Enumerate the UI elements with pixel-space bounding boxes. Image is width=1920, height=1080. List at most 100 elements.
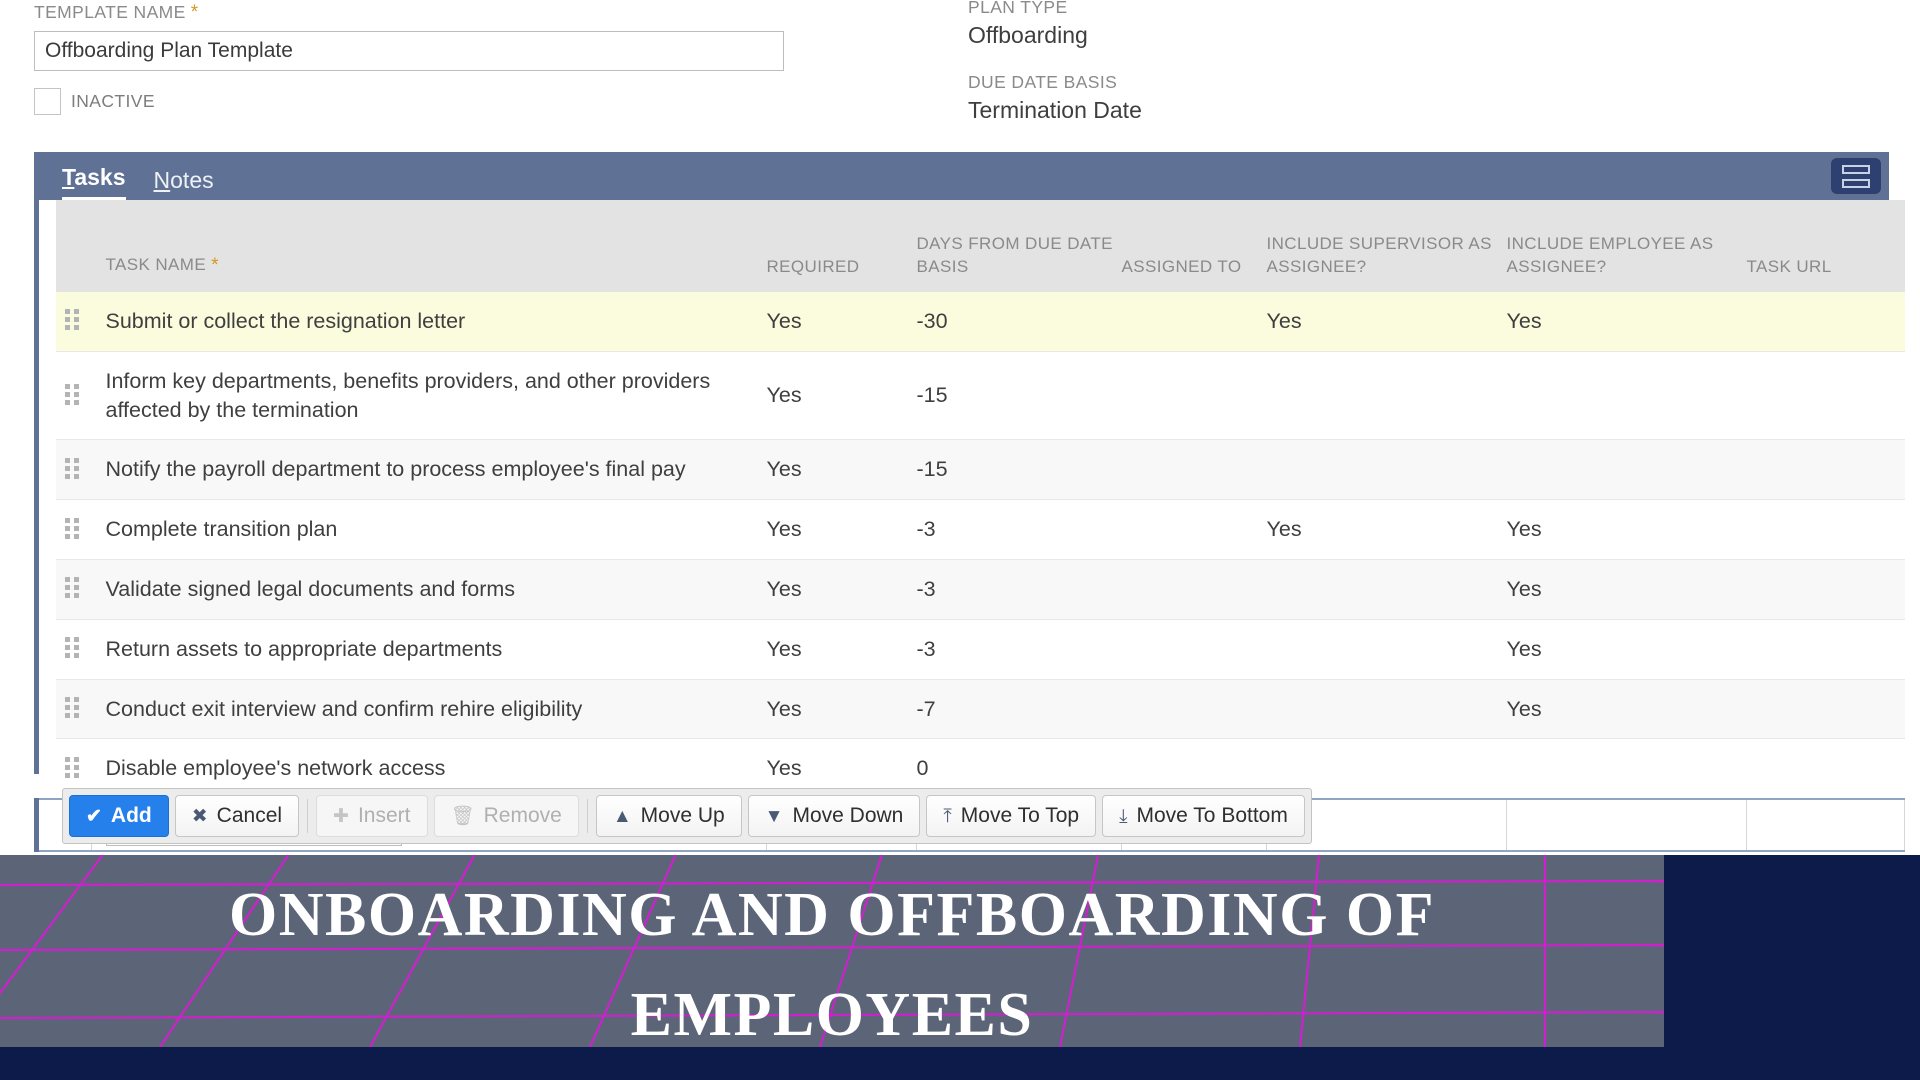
cell-include-employee[interactable] bbox=[1506, 351, 1747, 441]
cell-include-employee[interactable] bbox=[1506, 738, 1747, 800]
cell-task-url[interactable] bbox=[1746, 559, 1905, 620]
drag-handle-icon[interactable] bbox=[64, 577, 81, 601]
cell-assigned-to[interactable] bbox=[1121, 559, 1267, 620]
table-row[interactable]: Complete transition plan Yes -3 Yes Yes bbox=[36, 499, 1905, 560]
drag-handle-icon[interactable] bbox=[64, 637, 81, 661]
button-label: Move To Bottom bbox=[1136, 804, 1288, 827]
inactive-checkbox[interactable] bbox=[34, 88, 61, 115]
col-header-days[interactable]: DAYS FROM DUE DATE BASIS bbox=[916, 200, 1122, 292]
cell-task-name[interactable]: Conduct exit interview and confirm rehir… bbox=[91, 679, 767, 740]
cell-task-url[interactable] bbox=[1746, 619, 1905, 680]
cell-include-employee[interactable]: Yes bbox=[1506, 559, 1747, 620]
cell-task-url[interactable] bbox=[1746, 439, 1905, 501]
cell-assigned-to[interactable] bbox=[1121, 499, 1267, 560]
tab-tasks[interactable]: Tasks bbox=[62, 164, 126, 211]
cell-required[interactable]: Yes bbox=[766, 559, 917, 620]
cell-required[interactable]: Yes bbox=[766, 619, 917, 680]
cell-include-supervisor[interactable] bbox=[1266, 439, 1507, 501]
cell-days[interactable]: -3 bbox=[916, 619, 1122, 680]
table-row[interactable]: Submit or collect the resignation letter… bbox=[36, 292, 1905, 352]
table-row[interactable]: Conduct exit interview and confirm rehir… bbox=[36, 679, 1905, 740]
grid-left-accent-bar bbox=[34, 200, 56, 774]
tasks-table: TASK NAME * REQUIRED DAYS FROM DUE DATE B… bbox=[34, 200, 1905, 853]
cell-assigned-to[interactable] bbox=[1121, 351, 1267, 441]
cell-task-name[interactable]: Return assets to appropriate departments bbox=[91, 619, 767, 680]
new-row-url-cell[interactable] bbox=[1746, 798, 1905, 853]
cell-task-url[interactable] bbox=[1746, 351, 1905, 441]
new-row-employee-cell[interactable] bbox=[1506, 798, 1747, 853]
col-header-include-employee[interactable]: INCLUDE EMPLOYEE AS ASSIGNEE? bbox=[1506, 200, 1747, 292]
table-row[interactable]: Validate signed legal documents and form… bbox=[36, 559, 1905, 620]
required-star-icon: * bbox=[190, 2, 199, 24]
template-name-input[interactable] bbox=[34, 31, 784, 72]
cell-include-supervisor[interactable] bbox=[1266, 619, 1507, 680]
tab-notes[interactable]: Notes bbox=[154, 167, 214, 200]
cell-task-name[interactable]: Validate signed legal documents and form… bbox=[91, 559, 767, 620]
template-name-field-group: TEMPLATE NAME * bbox=[34, 2, 794, 72]
drag-handle-icon[interactable] bbox=[64, 517, 81, 542]
cell-task-url[interactable] bbox=[1746, 738, 1905, 800]
cell-days[interactable]: -3 bbox=[916, 559, 1122, 620]
col-header-include-supervisor[interactable]: INCLUDE SUPERVISOR AS ASSIGNEE? bbox=[1266, 200, 1507, 292]
col-header-required[interactable]: REQUIRED bbox=[766, 200, 917, 292]
cell-include-supervisor[interactable] bbox=[1266, 351, 1507, 441]
cell-assigned-to[interactable] bbox=[1121, 619, 1267, 680]
cell-task-url[interactable] bbox=[1746, 499, 1905, 560]
drag-handle-icon[interactable] bbox=[64, 309, 81, 333]
cell-days[interactable]: -3 bbox=[916, 499, 1122, 560]
remove-button: 🗑 Remove bbox=[433, 795, 579, 837]
cell-assigned-to[interactable] bbox=[1121, 292, 1267, 352]
drag-handle-icon[interactable] bbox=[64, 383, 81, 408]
cell-task-name[interactable]: Submit or collect the resignation letter bbox=[91, 292, 767, 352]
table-row[interactable]: Notify the payroll department to process… bbox=[36, 439, 1905, 501]
table-row[interactable]: Return assets to appropriate departments… bbox=[36, 619, 1905, 680]
drag-handle-icon[interactable] bbox=[64, 457, 81, 482]
cell-task-name[interactable]: Complete transition plan bbox=[91, 499, 767, 560]
drag-handle-icon[interactable] bbox=[64, 756, 81, 781]
cell-include-employee[interactable] bbox=[1506, 439, 1747, 501]
col-header-task-name[interactable]: TASK NAME * bbox=[91, 200, 767, 292]
cell-task-url[interactable] bbox=[1746, 292, 1905, 352]
move-to-top-button[interactable]: ⤒ Move To Top bbox=[926, 795, 1097, 837]
inactive-checkbox-row[interactable]: INACTIVE bbox=[34, 88, 155, 115]
cell-include-supervisor[interactable] bbox=[1266, 559, 1507, 620]
template-name-label-text: TEMPLATE NAME bbox=[34, 2, 186, 22]
due-date-basis-label: DUE DATE BASIS bbox=[968, 72, 1118, 92]
cell-required[interactable]: Yes bbox=[766, 679, 917, 740]
cell-days[interactable]: -7 bbox=[916, 679, 1122, 740]
due-date-basis-value: Termination Date bbox=[968, 97, 1142, 123]
cell-task-name[interactable]: Notify the payroll department to process… bbox=[91, 439, 767, 501]
cancel-button[interactable]: ✖ Cancel bbox=[174, 795, 300, 837]
plan-type-value: Offboarding bbox=[968, 22, 1088, 48]
add-button[interactable]: ✔ Add bbox=[69, 795, 169, 837]
move-to-bottom-button[interactable]: ⤓ Move To Bottom bbox=[1102, 795, 1305, 837]
insert-button: ✚ Insert bbox=[316, 795, 428, 837]
cell-include-supervisor[interactable]: Yes bbox=[1266, 292, 1507, 352]
cell-required[interactable]: Yes bbox=[766, 499, 917, 560]
cell-include-supervisor[interactable]: Yes bbox=[1266, 499, 1507, 560]
col-header-assigned-to[interactable]: ASSIGNED TO bbox=[1121, 200, 1267, 292]
tasks-grid-wrapper: TASK NAME * REQUIRED DAYS FROM DUE DATE B… bbox=[34, 200, 1905, 853]
cell-days[interactable]: -30 bbox=[916, 292, 1122, 352]
table-row[interactable]: Inform key departments, benefits provide… bbox=[36, 351, 1905, 441]
col-header-task-url[interactable]: TASK URL bbox=[1746, 200, 1905, 292]
cell-required[interactable]: Yes bbox=[766, 292, 917, 352]
cell-assigned-to[interactable] bbox=[1121, 679, 1267, 740]
toolbar-separator bbox=[586, 799, 588, 833]
cell-assigned-to[interactable] bbox=[1121, 439, 1267, 501]
cell-include-employee[interactable]: Yes bbox=[1506, 499, 1747, 560]
cell-include-employee[interactable]: Yes bbox=[1506, 292, 1747, 352]
cell-required[interactable]: Yes bbox=[766, 351, 917, 441]
cell-days[interactable]: -15 bbox=[916, 351, 1122, 441]
cell-include-employee[interactable]: Yes bbox=[1506, 679, 1747, 740]
move-up-button[interactable]: ▲ Move Up bbox=[595, 795, 742, 837]
cell-include-employee[interactable]: Yes bbox=[1506, 619, 1747, 680]
cell-include-supervisor[interactable] bbox=[1266, 679, 1507, 740]
cell-task-url[interactable] bbox=[1746, 679, 1905, 740]
move-down-button[interactable]: ▼ Move Down bbox=[747, 795, 921, 837]
drag-handle-icon[interactable] bbox=[64, 696, 81, 721]
cell-required[interactable]: Yes bbox=[766, 439, 917, 501]
split-view-icon[interactable] bbox=[1831, 158, 1881, 194]
cell-days[interactable]: -15 bbox=[916, 439, 1122, 501]
cell-task-name[interactable]: Inform key departments, benefits provide… bbox=[91, 351, 767, 441]
